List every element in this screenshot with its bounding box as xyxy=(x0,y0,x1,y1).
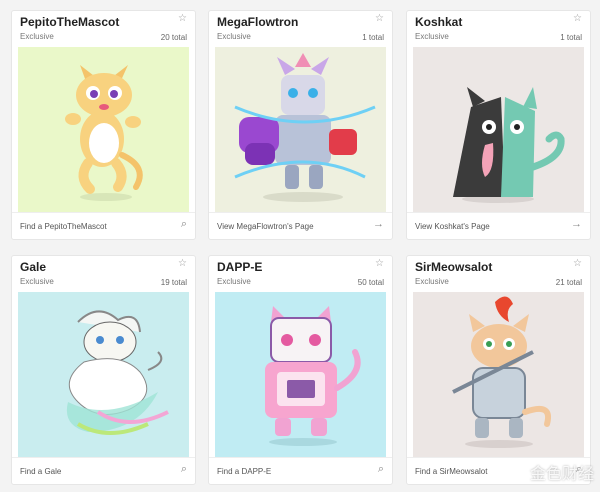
kitty-name[interactable]: PepitoTheMascot xyxy=(20,15,187,30)
kitty-image[interactable] xyxy=(18,47,189,213)
kitty-total: 1 total xyxy=(560,33,582,42)
kitty-name[interactable]: Koshkat xyxy=(415,15,582,30)
kitty-total: 21 total xyxy=(555,278,582,287)
star-outline-icon[interactable]: ☆ xyxy=(573,14,582,24)
search-icon[interactable]: ⌕ xyxy=(181,218,187,231)
star-outline-icon[interactable]: ☆ xyxy=(178,259,187,269)
kitty-image[interactable] xyxy=(413,47,584,213)
kitty-card[interactable]: SirMeowsalot Exclusive 21 total ☆ Find a… xyxy=(406,255,591,485)
kitty-image[interactable] xyxy=(215,292,386,458)
star-outline-icon[interactable]: ☆ xyxy=(573,259,582,269)
kitty-image[interactable] xyxy=(413,292,584,458)
find-kitty-link[interactable]: Find a Gale xyxy=(20,467,61,476)
kitty-card[interactable]: DAPP-E Exclusive 50 total ☆ Find a DAPP-… xyxy=(208,255,393,485)
watermark-logo: 金色财经 xyxy=(529,464,594,483)
kitty-image[interactable] xyxy=(215,47,386,213)
kitty-name[interactable]: MegaFlowtron xyxy=(217,15,384,30)
find-kitty-link[interactable]: Find a DAPP-E xyxy=(217,467,271,476)
view-page-link[interactable]: View Koshkat's Page xyxy=(415,222,490,231)
arrow-right-icon[interactable]: → xyxy=(373,218,384,230)
kitty-card[interactable]: MegaFlowtron Exclusive 1 total ☆ View Me… xyxy=(208,10,393,240)
star-outline-icon[interactable]: ☆ xyxy=(375,14,384,24)
kitty-name[interactable]: SirMeowsalot xyxy=(415,260,582,275)
kitty-name[interactable]: Gale xyxy=(20,260,187,275)
kitty-total: 50 total xyxy=(357,278,384,287)
kitty-card[interactable]: Koshkat Exclusive 1 total ☆ View Koshkat… xyxy=(406,10,591,240)
search-icon[interactable]: ⌕ xyxy=(181,463,187,476)
kitty-total: 1 total xyxy=(362,33,384,42)
arrow-right-icon[interactable]: → xyxy=(571,218,582,230)
search-icon[interactable]: ⌕ xyxy=(378,463,384,476)
kitty-card[interactable]: PepitoTheMascot Exclusive 20 total ☆ Fin… xyxy=(11,10,196,240)
view-page-link[interactable]: View MegaFlowtron's Page xyxy=(217,222,314,231)
kitty-image[interactable] xyxy=(18,292,189,458)
kitty-card[interactable]: Gale Exclusive 19 total ☆ Find a Gale ⌕ xyxy=(11,255,196,485)
find-kitty-link[interactable]: Find a SirMeowsalot xyxy=(415,467,487,476)
kitty-rarity: Exclusive xyxy=(415,32,449,41)
star-outline-icon[interactable]: ☆ xyxy=(178,14,187,24)
kitty-total: 19 total xyxy=(160,278,187,287)
find-kitty-link[interactable]: Find a PepitoTheMascot xyxy=(20,222,107,231)
star-outline-icon[interactable]: ☆ xyxy=(375,259,384,269)
kitty-rarity: Exclusive xyxy=(217,32,251,41)
kitty-name[interactable]: DAPP-E xyxy=(217,260,384,275)
kitty-total: 20 total xyxy=(160,33,187,42)
